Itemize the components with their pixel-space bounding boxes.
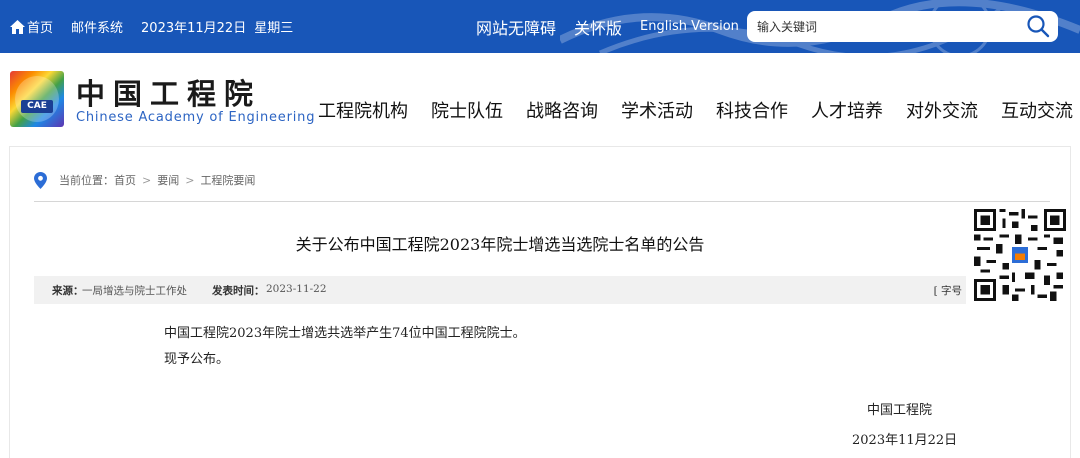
breadcrumb-cae-news[interactable]: 工程院要闻 [200, 172, 255, 188]
breadcrumb-home[interactable]: 首页 [114, 172, 136, 188]
mail-system-link[interactable]: 邮件系统 [71, 17, 123, 36]
nav-item-consulting[interactable]: 战略咨询 [526, 97, 598, 123]
nav-item-academic-activities[interactable]: 学术活动 [621, 97, 693, 123]
main-nav: 工程院机构 院士队伍 战略咨询 学术活动 科技合作 人才培养 对外交流 互动交流 [318, 97, 1073, 123]
breadcrumb-divider [34, 201, 1050, 202]
article-container: 当前位置： 首页 > 要闻 > 工程院要闻 关于公布中国工程院2023年院士增选… [9, 146, 1071, 458]
logo-badge-circle [15, 76, 59, 122]
site-header: CAE 中国工程院 Chinese Academy of Engineering… [0, 53, 1080, 145]
logo-badge[interactable]: CAE [10, 71, 64, 127]
search-input[interactable] [757, 11, 1017, 42]
english-version-link[interactable]: English Version [640, 19, 739, 34]
nav-item-academicians[interactable]: 院士队伍 [431, 97, 503, 123]
nav-item-organization[interactable]: 工程院机构 [318, 97, 408, 123]
top-bar: 首页 邮件系统 2023年11月22日 星期三 网站无障碍 关怀版 Englis… [0, 0, 1080, 53]
care-mode-link[interactable]: 关怀版 [574, 15, 622, 39]
breadcrumb-separator: > [142, 173, 152, 187]
search-box [747, 11, 1058, 42]
current-date: 2023年11月22日 [141, 21, 247, 36]
logo-chinese-name[interactable]: 中国工程院 [76, 71, 261, 113]
publish-time-value: 2023-11-22 [266, 283, 327, 295]
location-pin-icon [34, 171, 47, 189]
breadcrumb-prefix: 当前位置： [59, 174, 114, 187]
article-paragraph: 中国工程院2023年院士增选共选举产生74位中国工程院院士。 [164, 326, 526, 341]
qr-code-icon [974, 209, 1066, 301]
home-link[interactable]: 首页 [10, 17, 53, 36]
breadcrumb-separator: > [185, 173, 195, 187]
current-weekday: 星期三 [254, 21, 294, 36]
article-title: 关于公布中国工程院2023年院士增选当选院士名单的公告 [295, 235, 705, 254]
home-label: 首页 [27, 21, 54, 36]
nav-item-international[interactable]: 对外交流 [906, 97, 978, 123]
accessibility-link[interactable]: 网站无障碍 [476, 15, 556, 39]
nav-item-talent[interactable]: 人才培养 [811, 97, 883, 123]
article-meta-bar: 来源： 一局增选与院士工作处 发表时间： 2023-11-22 [ 字号 [34, 276, 966, 304]
publish-time-label: 发表时间： [212, 285, 265, 297]
source-label: 来源： [52, 285, 84, 297]
article-body: 中国工程院2023年院士增选共选举产生74位中国工程院院士。 现予公布。 [164, 321, 526, 373]
signature-organization: 中国工程院 [867, 403, 933, 418]
source-value: 一局增选与院士工作处 [82, 285, 187, 297]
article-paragraph: 现予公布。 [164, 352, 230, 367]
logo-english-name[interactable]: Chinese Academy of Engineering [76, 110, 315, 125]
search-icon[interactable] [1026, 14, 1050, 38]
home-icon [10, 19, 25, 34]
signature-date: 2023年11月22日 [852, 433, 958, 448]
nav-item-cooperation[interactable]: 科技合作 [716, 97, 788, 123]
breadcrumb-news[interactable]: 要闻 [157, 172, 179, 188]
font-size-toggle[interactable]: [ 字号 [934, 283, 962, 298]
nav-item-interaction[interactable]: 互动交流 [1001, 97, 1073, 123]
breadcrumb: 当前位置： 首页 > 要闻 > 工程院要闻 [34, 171, 255, 189]
logo-badge-text: CAE [21, 100, 53, 113]
